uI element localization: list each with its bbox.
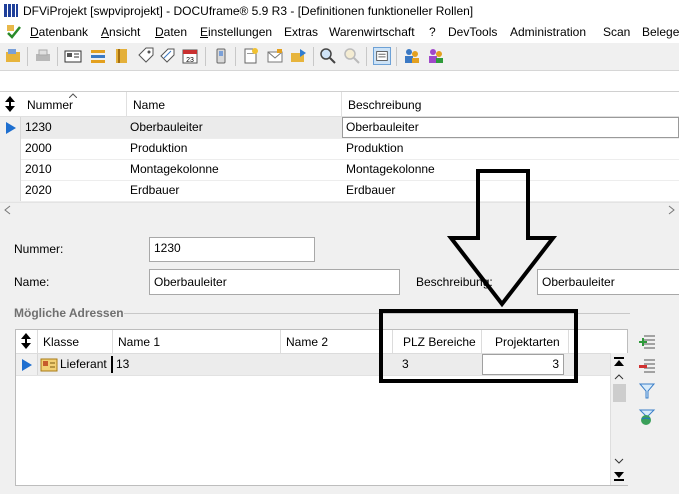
tag-icon[interactable]: [137, 47, 155, 65]
row-selector[interactable]: [0, 180, 21, 201]
menu-administration[interactable]: Administration: [510, 25, 586, 39]
row-selector[interactable]: [0, 117, 21, 138]
list-icon[interactable]: [89, 47, 107, 65]
column-header-nummer[interactable]: Nummer: [21, 92, 127, 117]
users-settings-icon[interactable]: [427, 47, 445, 65]
column-header-projektarten[interactable]: Projektarten: [482, 330, 569, 354]
menu-bar: Datenbank Ansicht Daten Einstellungen Ex…: [0, 22, 679, 43]
current-row-arrow-icon: [22, 359, 32, 371]
scroll-top-icon[interactable]: [613, 356, 625, 368]
scroll-down-icon[interactable]: [614, 457, 624, 465]
svg-text:23: 23: [186, 57, 194, 64]
scroll-bottom-icon[interactable]: [613, 470, 625, 482]
sort-ascending-icon: [69, 93, 77, 98]
title-bar: DFViProjekt [swpviprojekt] - DOCUframe® …: [0, 0, 679, 22]
calendar-icon[interactable]: 23: [181, 47, 199, 65]
column-header-klasse[interactable]: Klasse: [38, 330, 113, 354]
menu-devtools[interactable]: DevTools: [448, 25, 497, 39]
name-input[interactable]: Oberbauleiter: [149, 269, 400, 295]
column-header-name1[interactable]: Name 1: [113, 330, 281, 354]
form-view-icon[interactable]: [373, 47, 391, 65]
grid-corner[interactable]: [0, 92, 22, 117]
app-icon: [4, 4, 18, 17]
name-label: Name:: [14, 275, 50, 289]
group-title: Mögliche Adressen: [14, 306, 124, 320]
add-row-icon[interactable]: [638, 333, 656, 351]
scroll-right-icon[interactable]: [666, 205, 676, 215]
beschreibung-cell-editor[interactable]: Oberbauleiter: [342, 117, 679, 138]
folder-arrow-icon[interactable]: [290, 47, 308, 65]
roles-grid: Nummer Name Beschreibung 1230 Oberbaulei…: [0, 92, 679, 202]
menu-einstellungen[interactable]: Einstellungen: [200, 25, 272, 39]
addresses-grid: Klasse Name 1 Name 2 PLZ Bereiche Projek…: [15, 329, 628, 486]
phone-icon[interactable]: [212, 47, 230, 65]
filter-bar[interactable]: [0, 71, 679, 92]
app-menu-icon[interactable]: [6, 24, 22, 40]
column-header-name[interactable]: Name: [127, 92, 342, 117]
search-icon[interactable]: [319, 47, 337, 65]
vertical-scrollbar[interactable]: [610, 353, 628, 485]
column-header-name2[interactable]: Name 2: [281, 330, 393, 354]
row-selector[interactable]: [0, 138, 21, 159]
toolbar: 23: [0, 43, 679, 71]
card-icon[interactable]: [64, 47, 82, 65]
table-row[interactable]: Lieferant 13 3 3: [16, 354, 610, 376]
row-selector[interactable]: [16, 354, 38, 375]
table-row[interactable]: 2010 Montagekolonne Montagekolonne: [0, 159, 679, 181]
cell-cursor: [111, 356, 113, 373]
remove-row-icon[interactable]: [638, 357, 656, 375]
tags-icon[interactable]: [160, 47, 178, 65]
book-icon[interactable]: [113, 47, 131, 65]
sort-updown-icon: [5, 96, 15, 112]
horizontal-scrollbar[interactable]: [0, 202, 679, 218]
sort-updown-icon: [21, 333, 31, 349]
column-header-beschreibung[interactable]: Beschreibung: [342, 92, 679, 117]
projektarten-cell-editor[interactable]: 3: [482, 354, 564, 375]
search-disabled-icon[interactable]: [343, 47, 361, 65]
menu-beleger[interactable]: Beleger: [642, 25, 679, 39]
print-icon[interactable]: [34, 47, 52, 65]
nummer-input[interactable]: 1230: [149, 237, 315, 262]
menu-extras[interactable]: Extras: [284, 25, 318, 39]
table-row[interactable]: 2000 Produktion Produktion: [0, 138, 679, 160]
table-row[interactable]: 2020 Erdbauer Erdbauer: [0, 180, 679, 202]
scroll-up-icon[interactable]: [614, 373, 624, 381]
group-divider: [124, 313, 630, 314]
window-title: DFViProjekt [swpviprojekt] - DOCUframe® …: [23, 4, 474, 18]
column-header-empty: [569, 330, 610, 354]
users-icon[interactable]: [403, 47, 421, 65]
column-header-plz-bereiche[interactable]: PLZ Bereiche: [393, 330, 482, 354]
row-selector[interactable]: [0, 159, 21, 180]
menu-datenbank[interactable]: Datenbank: [30, 25, 88, 39]
nummer-label: Nummer:: [14, 242, 64, 256]
supplier-icon: [40, 358, 58, 372]
mail-icon[interactable]: [266, 47, 284, 65]
menu-help[interactable]: ?: [429, 25, 436, 39]
beschreibung-label: Beschreibung:: [416, 275, 493, 289]
menu-warenwirtschaft[interactable]: Warenwirtschaft: [329, 25, 415, 39]
beschreibung-input[interactable]: Oberbauleiter: [537, 269, 679, 295]
filter-icon[interactable]: [638, 382, 656, 400]
open-folder-icon[interactable]: [5, 47, 23, 65]
scroll-thumb[interactable]: [613, 384, 626, 402]
document-new-icon[interactable]: [242, 47, 260, 65]
scroll-left-icon[interactable]: [3, 205, 13, 215]
menu-daten[interactable]: Daten: [155, 25, 187, 39]
grid-corner[interactable]: [16, 330, 38, 354]
current-row-arrow-icon: [6, 122, 16, 134]
menu-scan[interactable]: Scan: [603, 25, 630, 39]
menu-ansicht[interactable]: Ansicht: [101, 25, 140, 39]
filter-globe-icon[interactable]: [638, 408, 656, 426]
table-row[interactable]: 1230 Oberbauleiter Oberbauleiter: [0, 117, 679, 139]
